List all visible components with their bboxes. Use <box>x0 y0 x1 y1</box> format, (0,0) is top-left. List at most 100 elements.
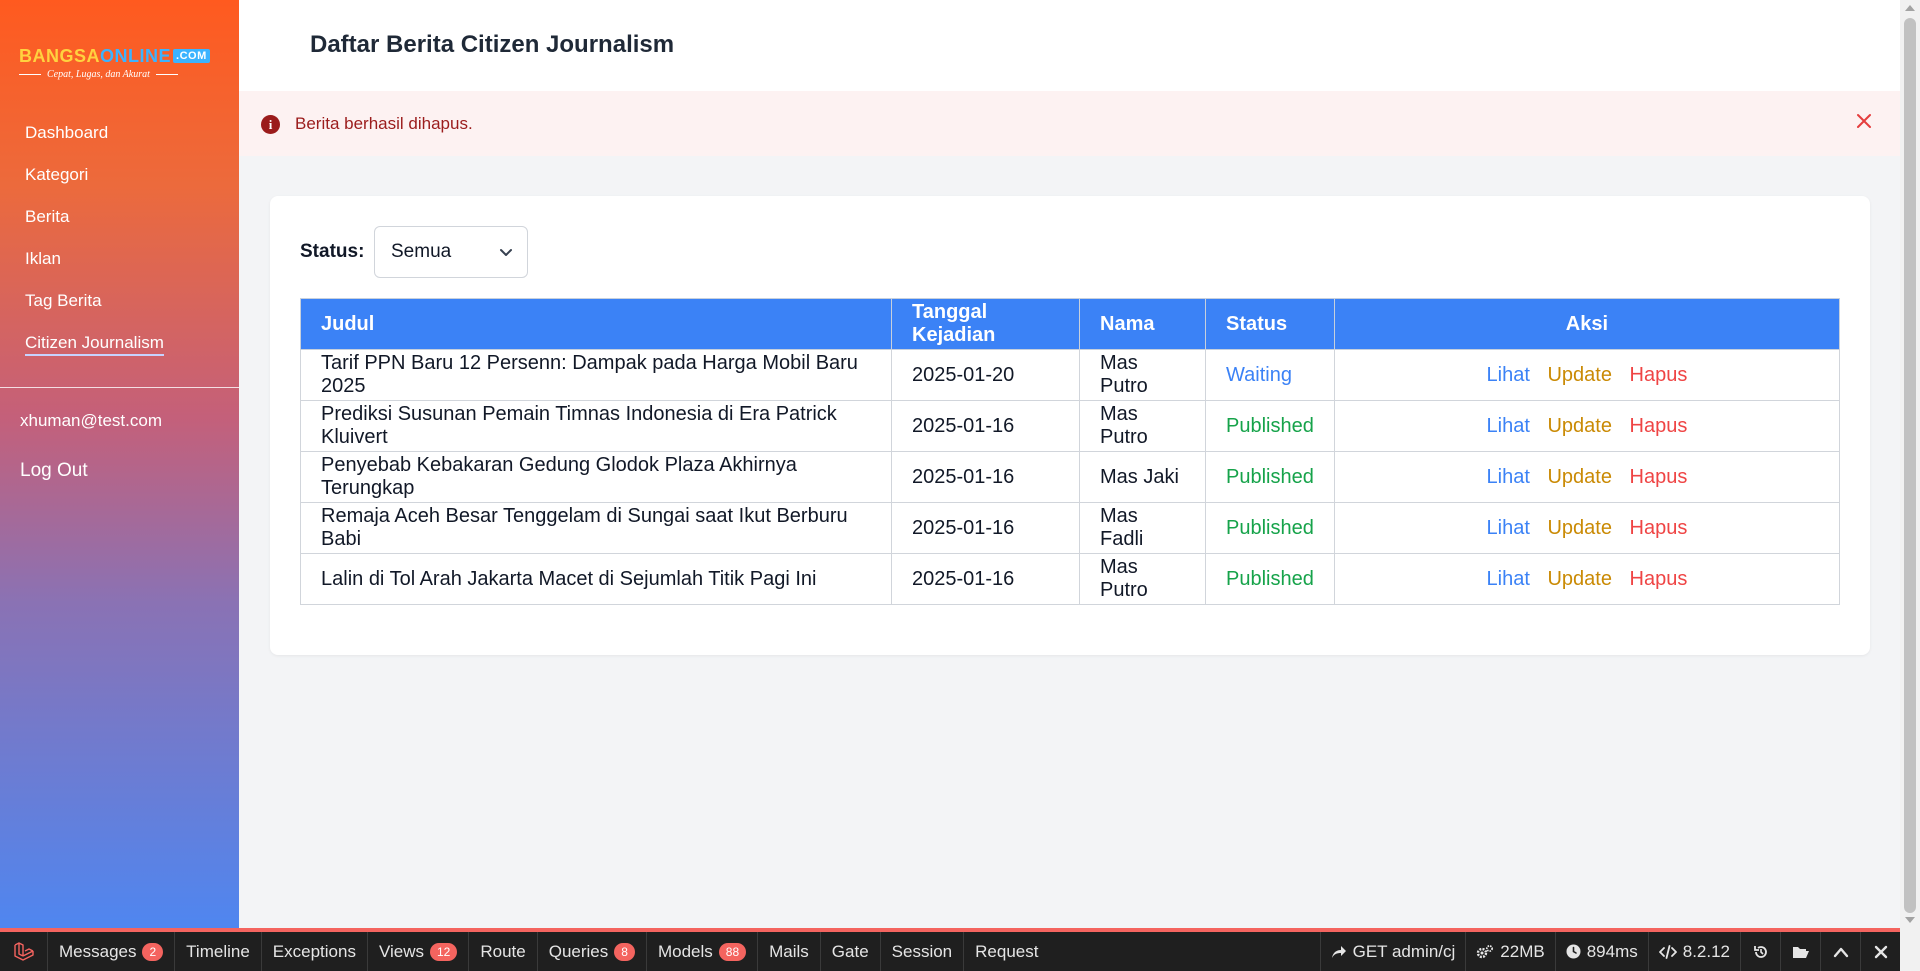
sidebar-item-kategori[interactable]: Kategori <box>25 162 164 204</box>
debug-badge: 12 <box>430 942 458 961</box>
update-link[interactable]: Update <box>1547 415 1612 437</box>
delete-link[interactable]: Hapus <box>1630 415 1688 437</box>
content-card: Status: Semua Judul Tanggal Kejadian Nam… <box>270 196 1870 655</box>
chevron-down-icon <box>500 249 512 256</box>
view-link[interactable]: Lihat <box>1487 517 1530 539</box>
view-link[interactable]: Lihat <box>1487 568 1530 590</box>
debug-php-version[interactable]: 8.2.12 <box>1647 932 1740 971</box>
debug-tab-request[interactable]: Request <box>964 932 1049 971</box>
cell-nama: Mas Putro <box>1079 349 1206 401</box>
cell-nama: Mas Fadli <box>1079 502 1206 554</box>
site-logo[interactable]: BANGSAONLINE .COM Cepat, Lugas, dan Akura… <box>19 46 219 82</box>
debug-tab-gate[interactable]: Gate <box>821 932 881 971</box>
sidebar-item-berita[interactable]: Berita <box>25 204 164 246</box>
cell-tanggal: 2025-01-16 <box>891 553 1080 605</box>
debug-tab-exceptions[interactable]: Exceptions <box>262 932 368 971</box>
status-badge: Published <box>1205 451 1335 503</box>
cell-tanggal: 2025-01-16 <box>891 502 1080 554</box>
delete-link[interactable]: Hapus <box>1630 517 1688 539</box>
cell-tanggal: 2025-01-16 <box>891 451 1080 503</box>
sidebar: BANGSAONLINE .COM Cepat, Lugas, dan Akura… <box>0 0 239 928</box>
debug-badge: 2 <box>142 942 164 961</box>
view-link[interactable]: Lihat <box>1487 415 1530 437</box>
table-row: Prediksi Susunan Pemain Timnas Indonesia… <box>300 400 1841 452</box>
table-row: Remaja Aceh Besar Tenggelam di Sungai sa… <box>300 502 1841 554</box>
debug-tab-views[interactable]: Views 12 <box>368 932 470 971</box>
sidebar-item-dashboard[interactable]: Dashboard <box>25 120 164 162</box>
debug-time[interactable]: 894ms <box>1554 932 1648 971</box>
status-filter-select[interactable]: Semua <box>374 226 528 278</box>
status-badge: Published <box>1205 553 1335 605</box>
cell-nama: Mas Jaki <box>1079 451 1206 503</box>
scrollbar-thumb[interactable] <box>1904 18 1916 913</box>
cell-actions: Lihat Update Hapus <box>1333 451 1841 503</box>
table-header-row: Judul Tanggal Kejadian Nama Status Aksi <box>300 298 1841 350</box>
folder-open-icon[interactable] <box>1780 932 1820 971</box>
sidebar-divider <box>0 387 239 388</box>
debug-badge: 88 <box>718 942 747 961</box>
debug-tab-messages[interactable]: Messages 2 <box>48 932 176 971</box>
debug-badge: 8 <box>614 942 635 961</box>
debug-route[interactable]: GET admin/cj <box>1319 932 1466 971</box>
page-scrollbar[interactable] <box>1900 0 1920 928</box>
logout-button[interactable]: Log Out <box>20 460 88 482</box>
page-header: Daftar Berita Citizen Journalism <box>239 0 1900 91</box>
sidebar-item-iklan[interactable]: Iklan <box>25 246 164 288</box>
debugbar-scroll-gutter <box>1900 928 1920 971</box>
close-icon[interactable] <box>1860 932 1900 971</box>
debugbar: Messages 2 Timeline Exceptions Views 12 Ro… <box>0 928 1900 971</box>
sidebar-item-tag-berita[interactable]: Tag Berita <box>25 288 164 330</box>
cell-tanggal: 2025-01-20 <box>891 349 1080 401</box>
sidebar-nav: Dashboard Kategori Berita Iklan Tag Beri… <box>25 120 164 372</box>
logo-wordmark: BANGSAONLINE .COM <box>19 46 219 67</box>
close-icon[interactable] <box>1850 107 1878 135</box>
status-filter-label: Status: <box>300 241 365 262</box>
debug-tab-timeline[interactable]: Timeline <box>175 932 262 971</box>
view-link[interactable]: Lihat <box>1487 466 1530 488</box>
status-badge: Published <box>1205 502 1335 554</box>
view-link[interactable]: Lihat <box>1487 364 1530 386</box>
cogs-icon <box>1477 944 1494 958</box>
debug-tab-models[interactable]: Models 88 <box>647 932 759 971</box>
cell-judul: Tarif PPN Baru 12 Persenn: Dampak pada H… <box>300 349 892 401</box>
clock-icon <box>1566 944 1581 959</box>
table-row: Lalin di Tol Arah Jakarta Macet di Sejum… <box>300 553 1841 605</box>
update-link[interactable]: Update <box>1547 364 1612 386</box>
debug-tab-route[interactable]: Route <box>469 932 538 971</box>
cell-tanggal: 2025-01-16 <box>891 400 1080 452</box>
cell-judul: Prediksi Susunan Pemain Timnas Indonesia… <box>300 400 892 452</box>
user-email: xhuman@test.com <box>20 411 162 430</box>
column-header-judul: Judul <box>300 298 892 350</box>
scroll-down-icon[interactable] <box>1905 917 1915 923</box>
sidebar-item-citizen-journalism[interactable]: Citizen Journalism <box>25 330 164 372</box>
alert-message: Berita berhasil dihapus. <box>295 114 473 133</box>
update-link[interactable]: Update <box>1547 517 1612 539</box>
delete-link[interactable]: Hapus <box>1630 364 1688 386</box>
citizen-journalism-table: Judul Tanggal Kejadian Nama Status Aksi … <box>300 298 1841 605</box>
status-filter-value: Semua <box>391 241 452 262</box>
cell-actions: Lihat Update Hapus <box>1333 502 1841 554</box>
scroll-up-icon[interactable] <box>1905 5 1915 11</box>
cell-judul: Penyebab Kebakaran Gedung Glodok Plaza A… <box>300 451 892 503</box>
update-link[interactable]: Update <box>1547 568 1612 590</box>
chevron-up-icon[interactable] <box>1820 932 1860 971</box>
cell-judul: Remaja Aceh Besar Tenggelam di Sungai sa… <box>300 502 892 554</box>
table-row: Penyebab Kebakaran Gedung Glodok Plaza A… <box>300 451 1841 503</box>
delete-link[interactable]: Hapus <box>1630 568 1688 590</box>
debug-tab-mails[interactable]: Mails <box>758 932 821 971</box>
delete-link[interactable]: Hapus <box>1630 466 1688 488</box>
status-badge: Published <box>1205 400 1335 452</box>
column-header-nama: Nama <box>1079 298 1206 350</box>
page-title: Daftar Berita Citizen Journalism <box>310 31 675 58</box>
cell-actions: Lihat Update Hapus <box>1333 349 1841 401</box>
debug-tab-session[interactable]: Session <box>881 932 965 971</box>
table-row: Tarif PPN Baru 12 Persenn: Dampak pada H… <box>300 349 1841 401</box>
status-badge: Waiting <box>1205 349 1335 401</box>
cell-actions: Lihat Update Hapus <box>1333 553 1841 605</box>
update-link[interactable]: Update <box>1547 466 1612 488</box>
laravel-logo-icon[interactable] <box>0 932 48 971</box>
success-alert: i Berita berhasil dihapus. <box>239 91 1900 156</box>
debug-tab-queries[interactable]: Queries 8 <box>538 932 647 971</box>
history-icon[interactable] <box>1740 932 1780 971</box>
debug-memory[interactable]: 22MB <box>1465 932 1554 971</box>
